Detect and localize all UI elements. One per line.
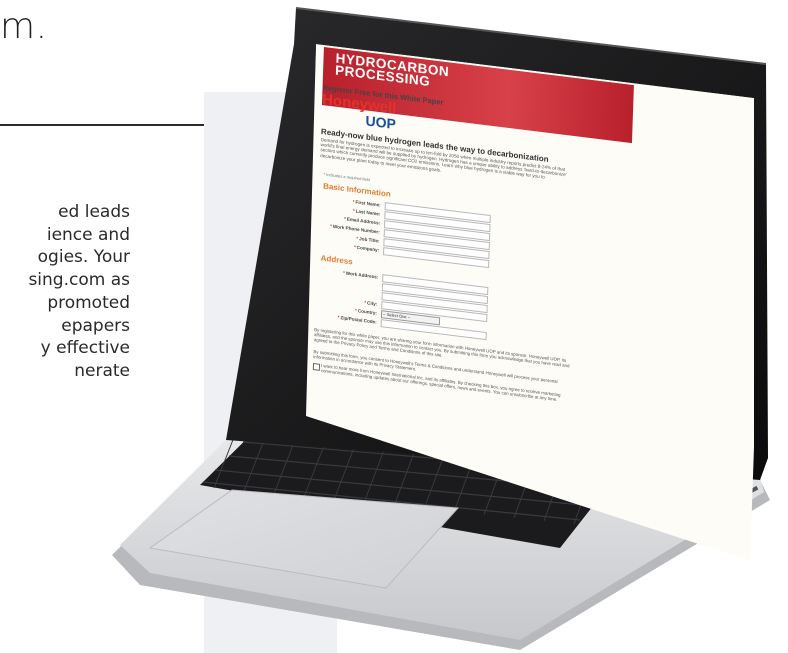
uop-logo: UOP <box>365 112 397 133</box>
marketing-checkbox[interactable] <box>312 362 321 371</box>
required-note: * Indicates a required field <box>323 171 370 183</box>
address-heading: Address <box>320 253 353 267</box>
